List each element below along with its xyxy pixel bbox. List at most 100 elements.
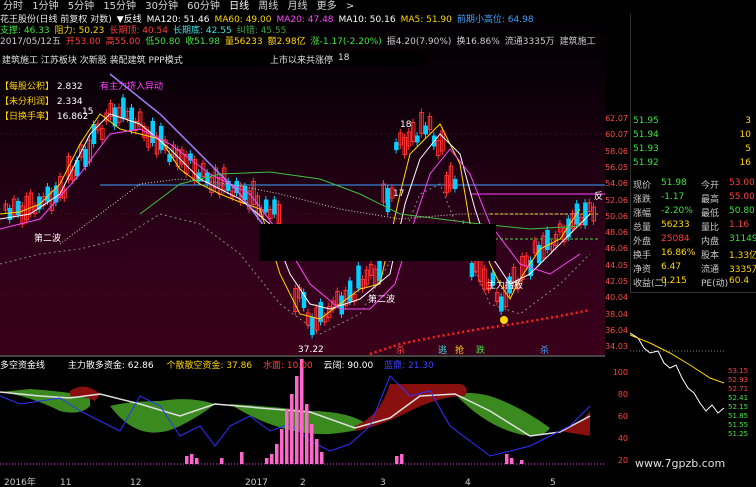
flow-spike [190,454,194,464]
period-toolbar: 分时 1分钟 5分钟 15分钟 30分钟 60分钟 日线 周线 月线 更多 > [0,0,756,14]
order-book-volume: 10 [739,130,751,140]
candle-body [423,125,428,135]
price-tick: 38.04 [605,309,628,319]
bubble-label: 有主力挤入异动 [100,80,163,92]
date-axis: 2016年 11 12 2017 2 3 4 5 [4,476,556,487]
quote-label: 股本 [701,251,720,261]
ohlc-info-5: 量56233 [224,37,263,47]
period-tab-more[interactable]: 更多 [314,0,340,14]
quote-row: 涨幅 -2.20% 最低 50.80 [633,206,755,219]
quote-value: 3335万 [729,265,756,275]
date-tick: 11 [60,478,71,487]
indicator-title: 多空资金线 [0,361,46,371]
candle-body [121,97,126,119]
period-tab-weekly[interactable]: 周线 [255,0,281,14]
quote-label: 总量 [633,223,652,233]
price-tick: 52.06 [605,195,628,205]
order-book-price: 51.95 [633,116,659,126]
flow-spike [240,452,244,464]
flow-spike [265,458,269,464]
support-info-4: 纠错: 45.55 [236,26,287,36]
period-tab-15min[interactable]: 15分钟 [100,0,139,14]
quote-row: 总量 56233 量比 1.16 [633,220,755,233]
candle-body [158,126,164,150]
mini-axis-tick: 52.93 [728,376,748,384]
signal-mark: 杀 [396,344,405,355]
period-tab-60min[interactable]: 60分钟 [184,0,223,14]
quote-label: 流通 [701,265,720,275]
period-tab-monthly[interactable]: 月线 [284,0,310,14]
wave-label-2: 第二波 [368,293,395,305]
undist-value: 2.334 [56,97,83,107]
indicator-tick: 40 [617,434,628,443]
rise-count: 18 [338,53,350,63]
flow-spike [290,394,294,464]
quote-label: 净资 [633,265,652,275]
watermark-text: www.7gpzb.com [635,457,726,470]
date-tick: 5 [550,478,556,487]
mini-price-line [629,332,725,414]
lan-label: 蓝鼎: 21.30 [384,361,434,371]
period-tab-30min[interactable]: 30分钟 [142,0,181,14]
date-tick: 2017 [245,478,268,487]
order-book-volume: 16 [739,158,751,168]
indicator-tick: 80 [617,390,628,399]
water-label: 水面: 10.00 [262,361,313,371]
period-tab-fenshi[interactable]: 分时 [0,0,26,14]
mini-avg-line [629,334,725,384]
quote-label: 内盘 [701,237,720,247]
quote-value: 53.00 [729,178,755,188]
ohlc-info-2: 高55.00 [105,37,141,47]
candle-body [263,199,269,213]
flow-spike [320,452,324,464]
quote-label: 涨跌 [633,195,652,205]
ohlc-info-7: 涨-1.17(-2.20%) [310,37,382,47]
reverse-label: 反 [594,191,603,202]
quote-row: 净资 6.47 流通 3335万 [633,262,756,275]
ohlc-info-1: 开53.00 [65,37,101,47]
ma-info-6: MA5: 51.90 [400,15,452,25]
price-axis: 62.07 60.07 58.06 56.05 54.06 52.06 50.06 48.06… [605,14,630,355]
flow-spike [315,439,319,464]
price-tick: 42.05 [605,277,628,286]
signal-mark: 抢 [455,344,464,355]
support-info-line: 支撑: 46.33 阻力: 50.23 长期顶: 40.54 长期底: 42.55 纠错… [0,26,605,37]
quote-label: 换手 [633,251,652,261]
flow-spike [510,458,514,464]
price-tick: 46.06 [605,244,628,254]
ma-info-0: 花王股份(日线 前复权 对数) [0,15,112,25]
mini-axis-tick: 52.15 [728,403,748,411]
ohlc-info-9: 换16.86% [456,37,500,47]
mini-axis-tick: 52.41 [728,394,748,402]
flow-spike [275,444,279,464]
price-tick: 36.04 [605,325,628,335]
date-tick: 4 [465,478,471,487]
more-arrow-icon[interactable]: > [343,0,357,14]
ma-info-3: MA60: 49.00 [214,15,272,25]
ohlc-info-3: 低50.80 [145,37,181,47]
quote-value: 56233 [661,220,690,230]
spike-group [185,359,524,464]
quote-row: 涨跌 -1.17 最高 55.00 [633,192,755,205]
ma-info-1: ▼反线 [116,15,142,25]
period-tab-1min[interactable]: 1分钟 [29,0,61,14]
intraday-mini-chart[interactable]: 53.15 52.93 52.71 52.41 52.15 51.85 51.55 51.25 [629,292,756,443]
order-book-volume: 5 [745,144,751,154]
support-info-0: 支撑: 46.33 [0,26,50,36]
buy-point-icon [500,316,508,324]
candle-body [242,186,248,200]
quote-label: 最高 [701,195,720,205]
concept-bar: 建筑施工 江苏板块 次新股 装配建筑 PPP模式 上市以来共涨停 18 [0,52,428,66]
low-price-label: 37.22 [298,345,324,355]
order-book-row: 51.95 3 [633,116,755,129]
price-tick: 54.06 [605,179,628,189]
quote-value: 1.33亿 [729,251,756,261]
quote-value: 60.4 [729,276,750,286]
price-tick: 56.05 [605,162,628,172]
period-tab-daily[interactable]: 日线 [226,0,252,14]
main-flow-label: 主力散多资金: 62.86 [67,361,154,371]
cloud-label: 云阔: 90.00 [323,361,374,371]
period-tab-5min[interactable]: 5分钟 [65,0,97,14]
candle-body [356,265,361,289]
count-label-17: 17 [393,189,404,199]
